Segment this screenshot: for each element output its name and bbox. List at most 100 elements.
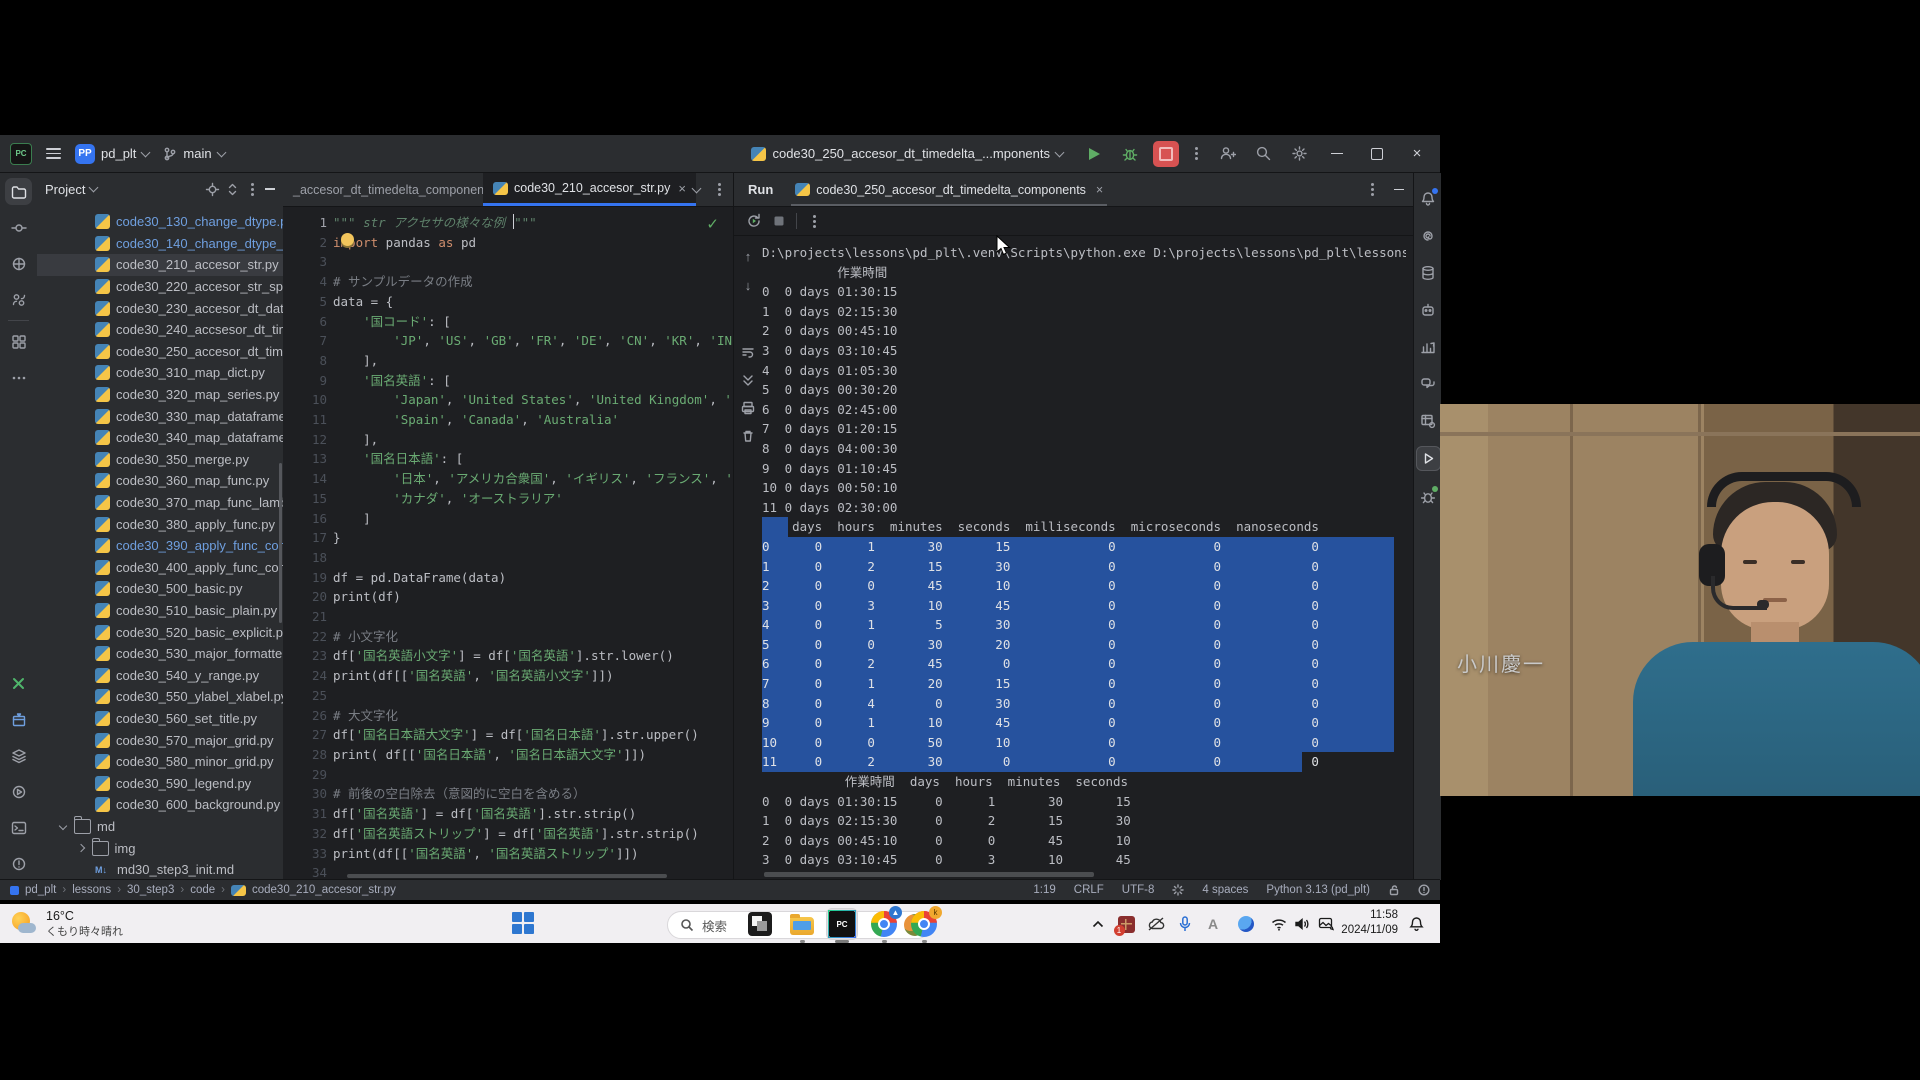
debug-button[interactable] (1117, 141, 1143, 167)
tray-photos-icon[interactable] (1314, 909, 1338, 939)
console-output[interactable]: D:\projects\lessons\pd_plt\.venv\Scripts… (762, 235, 1406, 880)
tree-item[interactable]: code30_560_set_title.py (37, 708, 283, 730)
tree-item[interactable]: code30_230_accesor_dt_datetime.p (37, 297, 283, 319)
tree-item[interactable]: img (37, 837, 283, 859)
tray-notifications-bell[interactable] (1404, 909, 1428, 939)
tree-item[interactable]: code30_580_minor_grid.py (37, 751, 283, 773)
debug-tool-icon[interactable] (1416, 485, 1439, 508)
tray-ime-mode[interactable]: A (1201, 909, 1225, 939)
database-icon[interactable] (1416, 261, 1439, 284)
expand-collapse-icon[interactable] (225, 182, 240, 197)
close-tab-icon[interactable]: × (678, 181, 686, 196)
tree-item[interactable]: code30_590_legend.py (37, 772, 283, 794)
console-hscrollbar[interactable] (764, 872, 1094, 877)
main-menu-icon[interactable] (46, 148, 61, 159)
tree-item[interactable]: code30_520_basic_explicit.py (37, 621, 283, 643)
soft-wrap-icon[interactable] (741, 345, 755, 359)
run-tool-icon[interactable] (1416, 446, 1441, 471)
tree-item[interactable]: code30_540_y_range.py (37, 664, 283, 686)
taskbar-pycharm[interactable]: PC (827, 909, 857, 939)
close-button[interactable]: × (1402, 145, 1432, 162)
maximize-button[interactable] (1362, 148, 1392, 160)
layers-tool-icon[interactable] (5, 742, 32, 769)
python-packages-tool-icon[interactable] (5, 706, 32, 733)
vcs-branch-widget[interactable]: main (163, 146, 224, 161)
inspection-status-icon[interactable] (1418, 884, 1430, 896)
tree-item[interactable]: md (37, 816, 283, 838)
x-file-tool-icon[interactable] (5, 670, 32, 697)
stop-button[interactable] (1153, 141, 1179, 167)
breadcrumb-item[interactable]: 30_step3 (127, 884, 174, 896)
tray-volume-icon[interactable] (1290, 909, 1314, 939)
taskbar-file-explorer[interactable] (787, 909, 817, 939)
indent-style[interactable]: 4 spaces (1202, 884, 1248, 896)
code-area[interactable]: """ str アクセサの様々な例 """import pandas as pd… (333, 213, 733, 880)
tree-item[interactable]: M↓md30_step3_init.md (37, 859, 283, 880)
scroll-down-icon[interactable]: ↓ (745, 278, 752, 293)
sciview-table-icon[interactable] (1416, 409, 1439, 432)
weather-widget[interactable]: 16°C くもり時々晴れ (0, 909, 123, 939)
tree-item[interactable]: code30_330_map_dataframe.py (37, 405, 283, 427)
tray-microphone-icon[interactable] (1173, 909, 1197, 939)
ellipsis-icon[interactable] (5, 364, 32, 391)
tree-item[interactable]: code30_390_apply_func_complex.p (37, 535, 283, 557)
tree-item[interactable]: code30_500_basic.py (37, 578, 283, 600)
tree-item[interactable]: code30_310_map_dict.py (37, 362, 283, 384)
run-tab[interactable]: code30_250_accesor_dt_timedelta_componen… (787, 173, 1111, 206)
structure-tool-icon[interactable] (5, 250, 32, 277)
taskbar-chrome-1[interactable]: ▲ (869, 909, 899, 939)
python-interpreter[interactable]: Python 3.13 (pd_plt) (1266, 884, 1370, 896)
tree-item[interactable]: code30_210_accesor_str.py (37, 254, 283, 276)
tree-item[interactable]: code30_250_accesor_dt_timedelta_ (37, 341, 283, 363)
hidden-tabs-icon[interactable] (692, 183, 702, 193)
hide-panel-icon[interactable] (1394, 189, 1404, 191)
tree-item[interactable]: code30_570_major_grid.py (37, 729, 283, 751)
tray-copilot-icon[interactable] (1234, 909, 1258, 939)
chart-icon[interactable] (1416, 335, 1439, 358)
close-tab-icon[interactable]: × (1096, 183, 1103, 197)
tree-item[interactable]: code30_140_change_dtype_timede (37, 233, 283, 255)
breadcrumb[interactable]: pd_plt›lessons›30_step3›code›code30_210_… (0, 884, 396, 896)
taskbar-clock[interactable]: 11:58 2024/11/09 (1341, 908, 1398, 938)
tree-chevron-icon[interactable] (76, 844, 84, 852)
pull-requests-tool-icon[interactable] (5, 286, 32, 313)
editor-body[interactable]: 1234567891011121314151617181920212223242… (283, 207, 733, 880)
tree-scrollbar[interactable] (279, 463, 282, 623)
editor-hscrollbar[interactable] (347, 874, 667, 878)
breadcrumb-item[interactable]: lessons (72, 884, 111, 896)
tree-item[interactable]: code30_370_map_func_lambda.py (37, 492, 283, 514)
tree-item[interactable]: code30_240_accsesor_dt_timedelta (37, 319, 283, 341)
chat-icon[interactable] (1416, 372, 1439, 395)
settings-button[interactable] (1286, 141, 1312, 167)
start-button[interactable] (512, 912, 536, 936)
notifications-icon[interactable] (1416, 187, 1439, 210)
background-tasks-icon[interactable] (1172, 884, 1184, 896)
project-tool-icon[interactable] (5, 178, 32, 205)
tree-item[interactable]: code30_320_map_series.py (37, 384, 283, 406)
print-icon[interactable] (741, 401, 755, 415)
tree-item[interactable]: code30_220_accesor_str_split.py (37, 276, 283, 298)
locate-file-icon[interactable] (205, 182, 220, 197)
project-widget[interactable]: PP pd_plt (75, 144, 149, 164)
panel-options-icon[interactable] (1371, 188, 1374, 191)
tab-options-icon[interactable] (718, 188, 721, 191)
tree-item[interactable]: code30_530_major_formatter.py (37, 643, 283, 665)
tree-chevron-icon[interactable] (59, 822, 67, 830)
robot-icon[interactable] (1416, 298, 1439, 321)
caret-position[interactable]: 1:19 (1033, 884, 1055, 896)
intention-bulb-icon[interactable] (341, 233, 354, 246)
hide-panel-icon[interactable] (265, 188, 275, 190)
search-everywhere-button[interactable] (1250, 141, 1276, 167)
problems-tool-icon[interactable] (5, 850, 32, 877)
commit-tool-icon[interactable] (5, 214, 32, 241)
code-with-me-button[interactable] (1214, 141, 1240, 167)
tray-expand-icon[interactable] (1086, 909, 1110, 939)
panel-options-icon[interactable] (251, 188, 254, 191)
unlocked-icon[interactable] (1388, 884, 1400, 896)
scroll-up-icon[interactable]: ↑ (745, 249, 752, 264)
tree-item[interactable]: code30_550_ylabel_xlabel.py (37, 686, 283, 708)
taskbar-app-dark[interactable] (745, 909, 775, 939)
tree-item[interactable]: code30_400_apply_func_complex_ (37, 557, 283, 579)
tree-item[interactable]: code30_340_map_dataframe_reset_ (37, 427, 283, 449)
tree-item[interactable]: code30_510_basic_plain.py (37, 600, 283, 622)
